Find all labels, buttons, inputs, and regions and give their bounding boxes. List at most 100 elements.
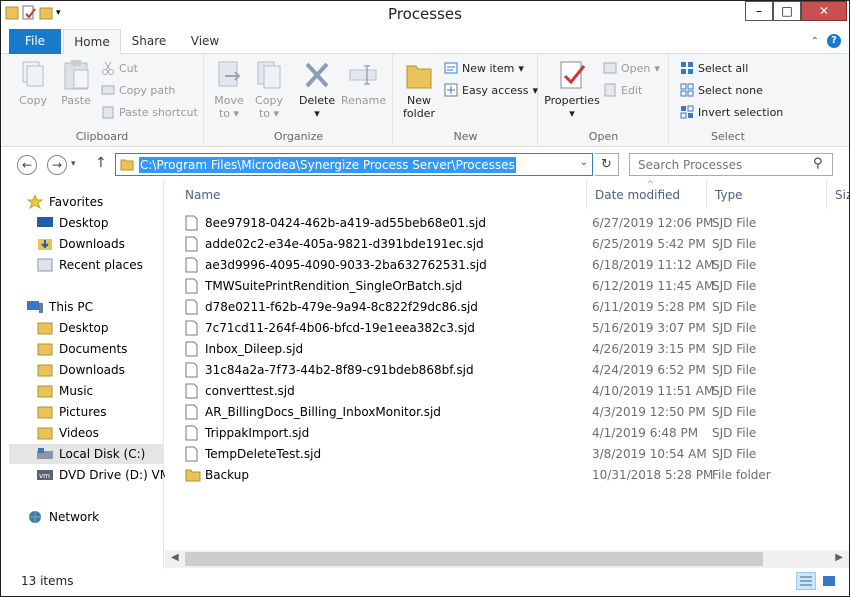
nav-label: DVD Drive (D:) VMw [59,468,180,482]
select-group: Select all Select none Invert selection … [670,54,786,147]
table-row[interactable]: TempDeleteTest.sjd 3/8/2019 10:54 AM SJD F… [181,444,821,465]
scrollbar-thumb[interactable] [185,552,763,566]
back-button[interactable]: ← [17,155,37,175]
column-header-size[interactable]: Siz [827,181,849,209]
nav-desktop[interactable]: Desktop [37,318,109,338]
copy-to-button[interactable]: Copy to ▾ [251,58,287,120]
up-button[interactable]: ↑ [95,155,107,171]
nav-dvd-drive[interactable]: vm DVD Drive (D:) VMw [37,465,180,485]
table-row[interactable]: TMWSuitePrintRendition_SingleOrBatch.sjd… [181,276,821,297]
address-path[interactable]: C:\Program Files\Microdea\Synergize Proc… [139,157,516,173]
file-name: d78e0211-f62b-479e-9a94-8c822f29dc86.sjd [205,300,478,314]
clipboard-group: Copy Paste Cut Copy path Paste shortcut … [1,54,204,147]
chevron-down-icon[interactable]: ⌄ [580,157,588,168]
nav-network[interactable]: Network [27,507,99,527]
new-group: New folder New item ▾ Easy access ▾ New [394,54,538,147]
delete-button[interactable]: Delete ▾ [299,58,335,120]
search-input[interactable] [629,153,833,176]
new-item-button[interactable]: New item ▾ [444,61,524,75]
select-none-button[interactable]: Select none [680,83,763,97]
tab-view[interactable]: View [179,29,231,54]
copy-path-button[interactable]: Copy path [101,83,175,97]
nav-label: Local Disk (C:) [59,447,146,461]
large-icons-view-button[interactable] [819,572,839,590]
column-header-date-modified[interactable]: Date modified [587,171,707,209]
recent-locations-icon[interactable]: ▾ [71,159,76,169]
cut-button[interactable]: Cut [101,61,138,75]
copy-button[interactable]: Copy [15,58,51,107]
rename-button[interactable]: Rename [341,58,386,107]
search-icon[interactable]: ⚲ [813,156,823,171]
nav-local-disk[interactable]: Local Disk (C:) [9,444,164,464]
file-date-modified: 6/25/2019 5:42 PM [592,237,706,251]
column-header-type[interactable]: Type [707,181,827,209]
table-row[interactable]: adde02c2-e34e-405a-9821-d391bde191ec.sjd… [181,234,821,255]
network-icon [27,510,43,524]
table-row[interactable]: AR_BillingDocs_Billing_InboxMonitor.sjd 4… [181,402,821,423]
table-row[interactable]: 31c84a2a-7f73-44b2-8f89-c91bdeb868bf.sjd… [181,360,821,381]
new-folder-button[interactable]: New folder [400,58,438,120]
file-name: AR_BillingDocs_Billing_InboxMonitor.sjd [205,405,441,419]
move-to-button[interactable]: Move to ▾ [211,58,247,120]
table-row[interactable]: d78e0211-f62b-479e-9a94-8c822f29dc86.sjd… [181,297,821,318]
properties-button[interactable]: Properties ▾ [543,58,601,120]
open-icon [603,61,617,75]
table-row[interactable]: converttest.sjd 4/10/2019 11:51 AM SJD Fil… [181,381,821,402]
invert-selection-button[interactable]: Invert selection [680,105,783,119]
copy-label: Copy [19,94,47,107]
nav-favorites[interactable]: Favorites [26,192,103,212]
scroll-left-icon[interactable]: ◀ [171,552,179,563]
nav-this-pc[interactable]: This PC [27,297,93,317]
folder-icon [185,467,201,483]
help-icon[interactable]: ? [827,34,841,48]
file-name: TempDeleteTest.sjd [205,447,322,461]
edit-button[interactable]: Edit [603,83,642,97]
forward-button[interactable]: → [47,155,67,175]
downloads-icon [37,237,53,251]
file-date-modified: 3/8/2019 10:54 AM [592,447,707,461]
horizontal-scrollbar[interactable]: ◀ ▶ [165,550,849,568]
minimize-button[interactable]: – [745,1,773,21]
nav-music[interactable]: Music [37,381,93,401]
tab-home[interactable]: Home [63,29,121,55]
nav-recent-places[interactable]: Recent places [37,255,143,275]
nav-downloads-fav[interactable]: Downloads [37,234,125,254]
table-row[interactable]: 8ee97918-0424-462b-a419-ad55beb68e01.sjd… [181,213,821,234]
table-row[interactable]: Inbox_Dileep.sjd 4/26/2019 3:15 PM SJD Fil… [181,339,821,360]
select-all-button[interactable]: Select all [680,61,748,75]
file-type: SJD File [712,426,757,440]
maximize-button[interactable]: □ [773,1,801,21]
table-row[interactable]: ae3d9996-4095-4090-9033-2ba632762531.sjd… [181,255,821,276]
nav-pictures[interactable]: Pictures [37,402,107,422]
file-date-modified: 5/16/2019 3:07 PM [592,321,706,335]
nav-desktop-fav[interactable]: Desktop [37,213,109,233]
copy-icon [17,58,49,92]
close-button[interactable]: ✕ [801,1,847,21]
select-all-label: Select all [698,61,749,75]
item-count: 13 items [21,574,74,588]
tab-share[interactable]: Share [123,29,175,54]
open-button[interactable]: Open ▾ [603,61,660,75]
table-row[interactable]: 7c71cd11-264f-4b06-bfcd-19e1eea382c3.sjd… [181,318,821,339]
nav-videos[interactable]: Videos [37,423,99,443]
nav-downloads[interactable]: Downloads [37,360,125,380]
paste-shortcut-button[interactable]: Paste shortcut [101,105,198,119]
paste-label: Paste [61,94,91,107]
collapse-ribbon-icon[interactable]: ⌃ [811,36,819,47]
address-bar[interactable]: C:\Program Files\Microdea\Synergize Proc… [115,153,593,176]
file-type: SJD File [712,300,757,314]
ribbon-controls: ⌃ ? [811,34,841,48]
details-view-button[interactable] [796,572,816,590]
file-name: 7c71cd11-264f-4b06-bfcd-19e1eea382c3.sjd [205,321,475,335]
table-row[interactable]: Backup 10/31/2018 5:28 PM File folder [181,465,821,486]
table-row[interactable]: TrippakImport.sjd 4/1/2019 6:48 PM SJD Fil… [181,423,821,444]
paste-button[interactable]: Paste [57,58,95,107]
refresh-button[interactable]: ↻ [595,153,619,176]
open-group: Properties ▾ Open ▾ Edit Open [539,54,669,147]
easy-access-button[interactable]: Easy access ▾ [444,83,538,97]
tab-file[interactable]: File [9,29,61,54]
file-icon [185,236,198,252]
nav-documents[interactable]: Documents [37,339,127,359]
scroll-right-icon[interactable]: ▶ [835,552,843,563]
column-header-name[interactable]: Name [177,181,587,209]
